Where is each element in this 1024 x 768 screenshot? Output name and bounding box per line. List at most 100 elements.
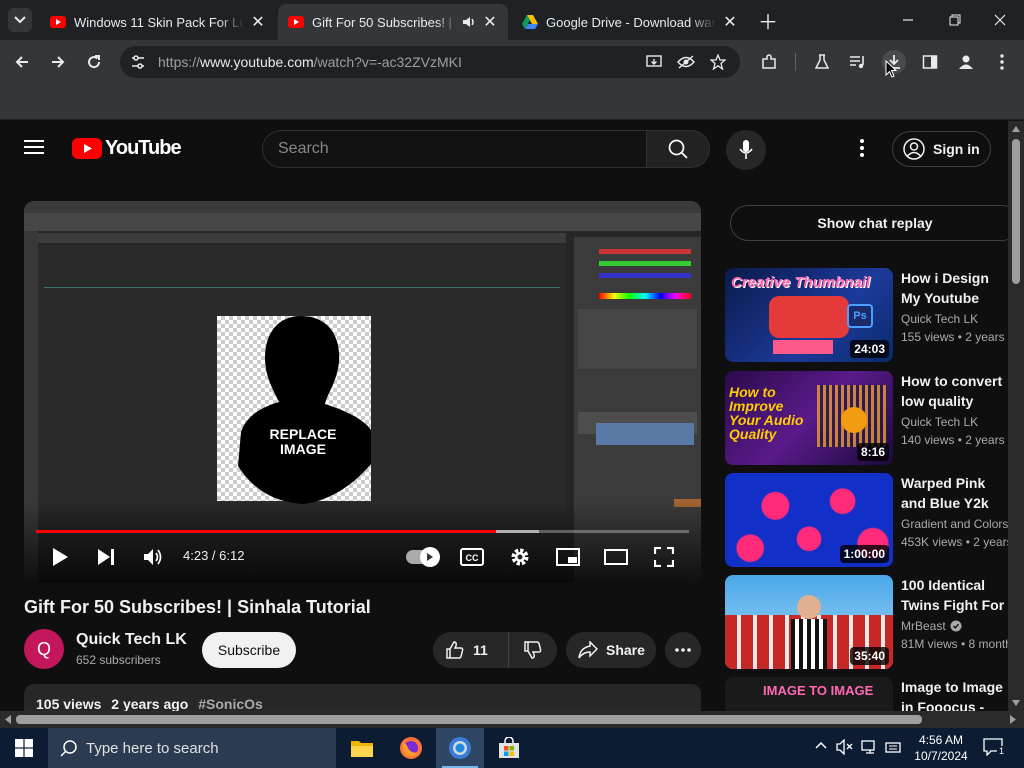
recommended-video-title[interactable]: How to convert low quality audio to high…	[901, 371, 1005, 411]
description-box[interactable]: 105 views 2 years ago #SonicOs	[24, 684, 701, 711]
voice-search-button[interactable]	[726, 130, 766, 170]
recommended-channel[interactable]: Gradient and Colors	[901, 517, 1008, 531]
close-tab-icon[interactable]: ✕	[722, 12, 738, 32]
network-tray-icon[interactable]	[861, 739, 879, 755]
miniplayer-button[interactable]	[556, 545, 580, 569]
play-button[interactable]	[48, 545, 72, 569]
taskbar-clock[interactable]: 4:56 AM 10/7/2024	[906, 732, 976, 764]
recommended-video[interactable]: 35:40 100 Identical Twins Fight For $250…	[725, 575, 1008, 669]
restore-window-button[interactable]	[943, 8, 967, 32]
sign-in-button[interactable]: Sign in	[892, 131, 991, 167]
next-button[interactable]	[94, 545, 118, 569]
share-button[interactable]: Share	[566, 632, 656, 668]
subscribe-button[interactable]: Subscribe	[202, 632, 296, 668]
reload-button[interactable]	[82, 50, 106, 74]
forward-button[interactable]	[46, 50, 70, 74]
scroll-right-arrow-icon[interactable]	[1010, 715, 1016, 724]
subtitles-button[interactable]: CC	[460, 545, 484, 569]
firefox-taskbar-button[interactable]	[387, 728, 435, 768]
minimize-window-button[interactable]	[896, 8, 920, 32]
scroll-up-arrow-icon[interactable]	[1012, 126, 1020, 132]
scroll-left-arrow-icon[interactable]	[5, 715, 11, 724]
search-button[interactable]	[646, 130, 710, 168]
video-thumbnail[interactable]: Creative Thumbnail Ps 24:03	[725, 268, 893, 362]
site-info-icon[interactable]	[126, 50, 150, 74]
input-indicator-tray-icon[interactable]	[885, 739, 903, 755]
audio-playing-icon[interactable]	[462, 15, 476, 29]
video-thumbnail[interactable]: 1:00:00	[725, 473, 893, 567]
store-taskbar-button[interactable]	[485, 728, 533, 768]
bookmark-star-icon[interactable]	[706, 50, 730, 74]
settings-button[interactable]	[508, 545, 532, 569]
horizontal-scroll-thumb[interactable]	[16, 715, 922, 724]
youtube-logo[interactable]: YouTube	[72, 137, 182, 160]
media-controls-button[interactable]	[846, 50, 870, 74]
video-thumbnail[interactable]: IMAGE TO IMAGE	[725, 677, 893, 711]
tab-search-button[interactable]	[8, 8, 32, 32]
side-panel-button[interactable]	[918, 50, 942, 74]
horizontal-scrollbar[interactable]	[0, 711, 1024, 728]
labs-button[interactable]	[810, 50, 834, 74]
microphone-icon	[739, 140, 753, 159]
chrome-taskbar-button[interactable]	[436, 728, 484, 768]
close-tab-icon[interactable]: ✕	[250, 12, 266, 32]
recommended-video[interactable]: Creative Thumbnail Ps 24:03 How i Design…	[725, 268, 1008, 362]
new-tab-button[interactable]: ＋	[756, 8, 780, 34]
guide-menu-button[interactable]	[24, 139, 48, 159]
tab-title: Gift For 50 Subscribes! | Sinhala	[312, 14, 458, 30]
video-player[interactable]: REPLACE IMAGE 4:23 / 6:12 CC	[24, 201, 701, 583]
mute-button[interactable]	[141, 545, 165, 569]
like-button[interactable]: 11	[433, 632, 509, 668]
vertical-scrollbar[interactable]	[1008, 121, 1024, 711]
notification-center-button[interactable]: 1	[983, 738, 1007, 758]
start-button[interactable]	[0, 728, 48, 768]
verified-badge-icon	[950, 620, 962, 632]
scroll-down-arrow-icon[interactable]	[1012, 700, 1020, 706]
browser-menu-button[interactable]	[990, 50, 1014, 74]
recommended-video-title[interactable]: Warped Pink and Blue Y2k Hearts	[901, 473, 1005, 513]
address-bar[interactable]: https://www.youtube.com/watch?v=-ac32ZVz…	[120, 46, 740, 78]
channel-name-link[interactable]: Quick Tech LK	[76, 631, 187, 649]
hashtag-link[interactable]: #SonicOs	[198, 696, 263, 711]
video-thumbnail[interactable]: 35:40	[725, 575, 893, 669]
profile-button[interactable]	[954, 50, 978, 74]
autoplay-toggle[interactable]	[404, 547, 440, 567]
extensions-button[interactable]	[757, 50, 781, 74]
back-button[interactable]	[10, 50, 34, 74]
firefox-icon	[400, 737, 422, 759]
channel-avatar[interactable]: Q	[24, 629, 64, 669]
show-hidden-icons-button[interactable]	[815, 741, 827, 749]
recommended-channel[interactable]: MrBeast	[901, 619, 962, 633]
more-actions-button[interactable]	[665, 632, 701, 668]
close-tab-icon[interactable]: ✕	[482, 12, 498, 32]
fullscreen-button[interactable]	[652, 545, 676, 569]
recommended-video[interactable]: 1:00:00 Warped Pink and Blue Y2k Hearts …	[725, 473, 1008, 567]
dislike-button[interactable]	[509, 632, 557, 668]
volume-tray-icon[interactable]	[836, 739, 854, 755]
taskbar-search-box[interactable]: Type here to search	[48, 728, 336, 768]
show-chat-replay-button[interactable]: Show chat replay	[730, 205, 1008, 241]
tab-gift-for-50-subscribes[interactable]: Gift For 50 Subscribes! | Sinhala ✕	[278, 4, 508, 40]
recommended-video-title[interactable]: Image to Image in Fooocus - Stable Diffu…	[901, 677, 1005, 711]
search-input[interactable]: Search	[262, 130, 646, 168]
settings-more-button[interactable]	[860, 139, 864, 157]
recommended-video-title[interactable]: How i Design My Youtube Thumbnails	[901, 268, 1005, 308]
close-window-button[interactable]	[988, 8, 1012, 32]
account-circle-icon	[903, 138, 925, 160]
tracking-protection-icon[interactable]	[674, 50, 698, 74]
recommended-video[interactable]: IMAGE TO IMAGE Image to Image in Fooocus…	[725, 677, 1008, 711]
video-thumbnail[interactable]: How to Improve Your Audio Quality 8:16	[725, 371, 893, 465]
taskbar-search-placeholder: Type here to search	[86, 739, 219, 757]
recommended-video-title[interactable]: 100 Identical Twins Fight For $250,000	[901, 575, 1005, 615]
recommended-channel[interactable]: Quick Tech LK	[901, 312, 978, 326]
progress-bar[interactable]	[36, 530, 689, 533]
silhouette-placeholder-icon	[238, 316, 371, 504]
recommended-channel[interactable]: Quick Tech LK	[901, 415, 978, 429]
recommended-video[interactable]: How to Improve Your Audio Quality 8:16 H…	[725, 371, 1008, 465]
tab-windows-skin-pack[interactable]: Windows 11 Skin Pack For Low ✕	[40, 4, 276, 40]
tab-google-drive[interactable]: Google Drive - Download warning ✕	[512, 4, 748, 40]
vertical-scroll-thumb[interactable]	[1012, 139, 1020, 284]
file-explorer-taskbar-button[interactable]	[338, 728, 386, 768]
install-app-icon[interactable]	[642, 50, 666, 74]
theater-mode-button[interactable]	[604, 545, 628, 569]
